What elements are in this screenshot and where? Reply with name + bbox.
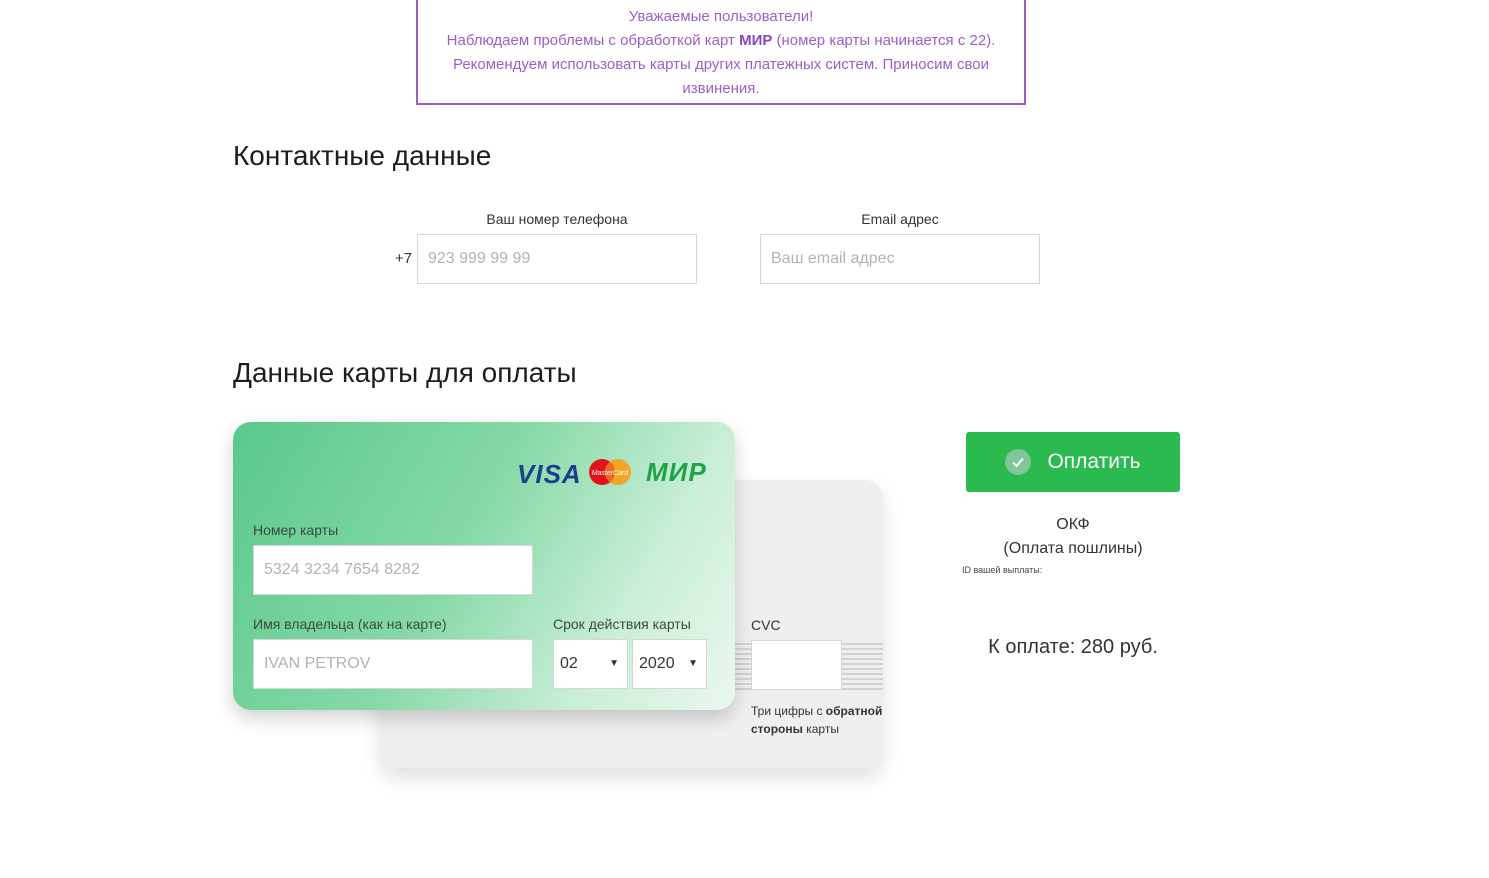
card-holder-label: Имя владельца (как на карте): [253, 616, 447, 632]
contacts-title: Контактные данные: [233, 140, 492, 171]
card-number-input[interactable]: [253, 545, 533, 595]
phone-input[interactable]: [417, 234, 697, 284]
pay-button-label: Оплатить: [1047, 450, 1141, 473]
card-section-title: Данные карты для оплаты: [233, 357, 577, 388]
phone-label: Ваш номер телефона: [486, 211, 628, 227]
notice-line-2: Наблюдаем проблемы с обработкой карт МИР…: [446, 32, 996, 49]
service-description: (Оплата пошлины): [1003, 540, 1143, 557]
expiry-year-select[interactable]: 2020 ▼: [632, 639, 707, 689]
amount-due: К оплате: 280 руб.: [988, 636, 1158, 658]
visa-logo: VISA: [517, 459, 582, 489]
chevron-down-icon: ▼: [609, 658, 619, 669]
notice-line-4: извинения.: [682, 80, 760, 97]
service-info: ОКФ (Оплата пошлины): [966, 513, 1180, 561]
email-label: Email адрес: [861, 211, 939, 227]
payment-id-label: ID вашей выплаты:: [962, 565, 1043, 575]
cvc-input[interactable]: [751, 640, 842, 690]
card-holder-input[interactable]: [253, 639, 533, 689]
chevron-down-icon: ▼: [688, 658, 698, 669]
mir-logo: МИР: [646, 457, 707, 487]
mastercard-logo: MasterCard: [589, 459, 631, 485]
email-input[interactable]: [760, 234, 1040, 284]
cvc-label: CVC: [751, 617, 781, 633]
phone-prefix: +7: [395, 250, 413, 267]
check-icon: [1005, 449, 1032, 475]
expiry-month-select[interactable]: 02 ▼: [553, 639, 628, 689]
notice-banner: Уважаемые пользователи! Наблюдаем пробле…: [416, 0, 1026, 105]
expiry-label: Срок действия карты: [553, 616, 691, 632]
pay-button[interactable]: Оплатить: [966, 432, 1180, 492]
card-number-label: Номер карты: [253, 522, 339, 538]
cvc-hint: Три цифры с обратной стороны карты: [751, 704, 883, 736]
notice-line-3: Рекомендуем использовать карты других пл…: [452, 56, 990, 73]
notice-mir-bold: МИР: [739, 32, 773, 49]
notice-line-1: Уважаемые пользователи!: [628, 8, 814, 25]
service-name: ОКФ: [1056, 516, 1090, 533]
svg-text:MasterCard: MasterCard: [592, 470, 630, 477]
